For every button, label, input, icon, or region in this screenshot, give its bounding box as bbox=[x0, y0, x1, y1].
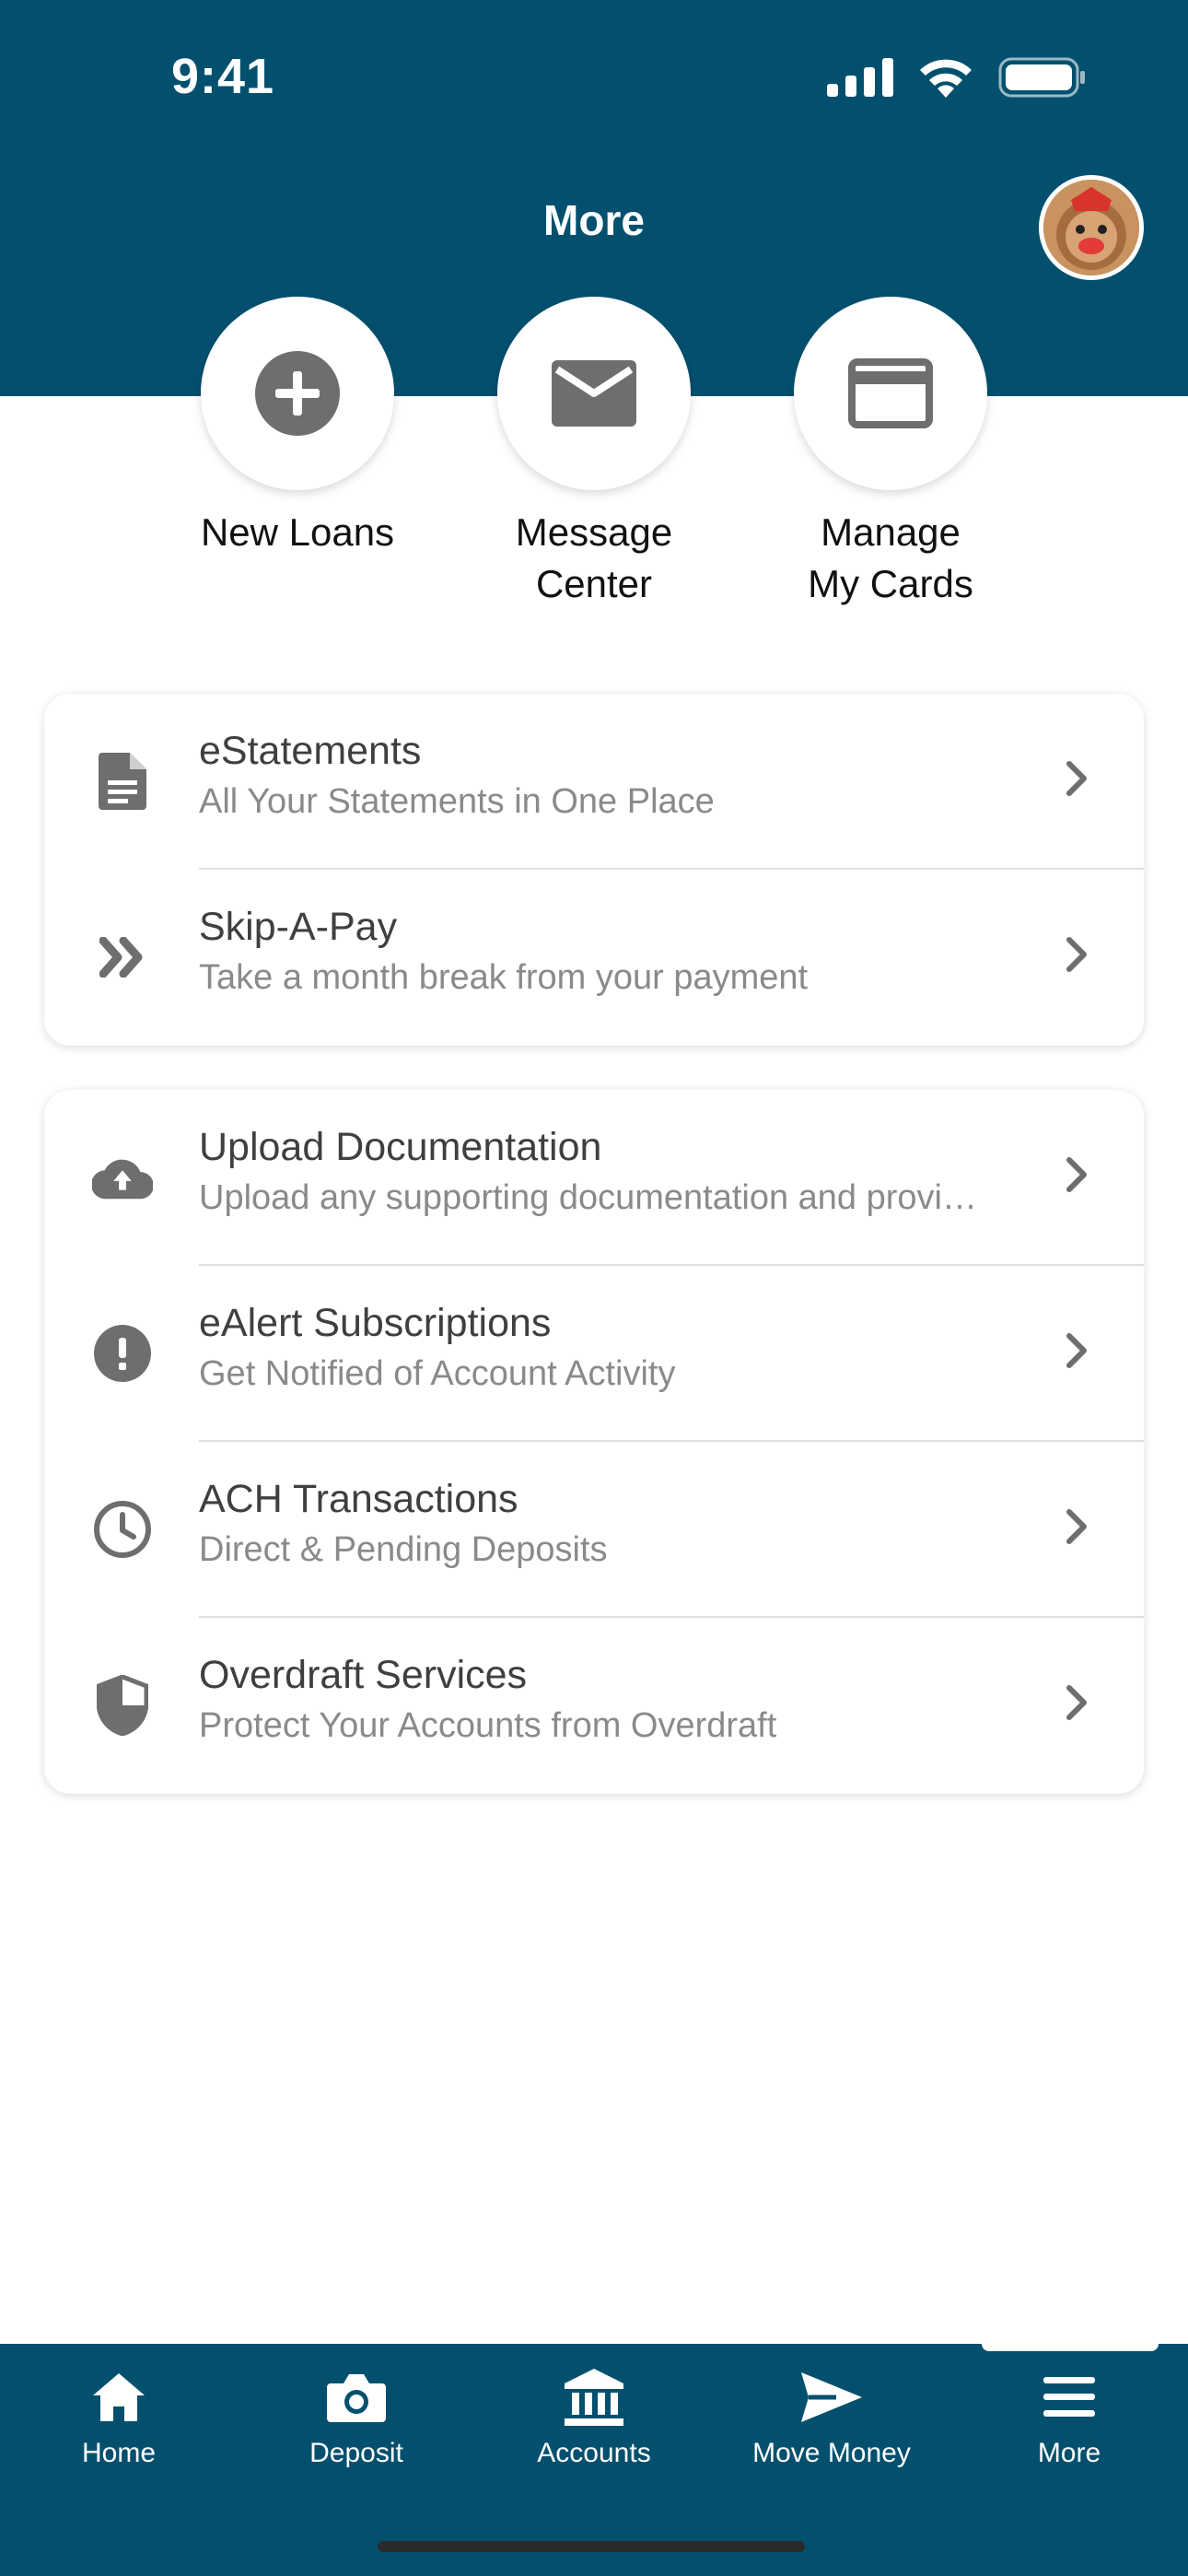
double-chevron-icon bbox=[92, 927, 153, 988]
chevron-right-icon bbox=[1065, 1156, 1089, 1198]
row-subtitle: Take a month break from your payment bbox=[199, 958, 809, 997]
manage-cards-label-line2: My Cards bbox=[808, 562, 973, 605]
battery-icon bbox=[998, 57, 1085, 98]
row-subtitle: All Your Statements in One Place bbox=[199, 782, 715, 821]
home-icon bbox=[13, 2364, 225, 2430]
row-subtitle: Protect Your Accounts from Overdraft bbox=[199, 1706, 777, 1745]
list-item-ealert-subscriptions[interactable]: eAlert Subscriptions Get Notified of Acc… bbox=[44, 1266, 1144, 1442]
message-center-button[interactable]: Message Center bbox=[474, 297, 714, 610]
list-item-upload-documentation[interactable]: Upload Documentation Upload any supporti… bbox=[44, 1090, 1144, 1266]
menu-card-primary: eStatements All Your Statements in One P… bbox=[44, 694, 1144, 1046]
row-title: Skip-A-Pay bbox=[199, 905, 398, 949]
signal-icon bbox=[827, 58, 893, 97]
list-item-ach-transactions[interactable]: ACH Transactions Direct & Pending Deposi… bbox=[44, 1442, 1144, 1618]
manage-cards-button[interactable]: Manage My Cards bbox=[771, 297, 1010, 610]
manage-cards-label-line1: Manage bbox=[821, 510, 961, 554]
profile-avatar[interactable] bbox=[1039, 175, 1144, 280]
status-icons bbox=[827, 57, 1087, 98]
clock-icon bbox=[92, 1499, 153, 1560]
tab-label: More bbox=[1037, 2438, 1101, 2468]
message-center-label-line1: Message bbox=[515, 510, 673, 554]
plus-circle-icon bbox=[255, 351, 340, 436]
camera-icon bbox=[250, 2364, 462, 2430]
new-loans-button[interactable]: New Loans bbox=[178, 297, 417, 558]
row-title: ACH Transactions bbox=[199, 1477, 518, 1521]
home-indicator bbox=[378, 2541, 805, 2552]
menu-card-secondary: Upload Documentation Upload any supporti… bbox=[44, 1090, 1144, 1794]
row-title: Upload Documentation bbox=[199, 1125, 602, 1169]
row-title: eAlert Subscriptions bbox=[199, 1301, 552, 1345]
chevron-right-icon bbox=[1065, 760, 1089, 802]
new-loans-label-line1: New Loans bbox=[200, 510, 395, 554]
wifi-icon bbox=[920, 59, 972, 98]
page-title: More bbox=[543, 196, 645, 244]
chevron-right-icon bbox=[1065, 936, 1089, 978]
manage-cards-circle[interactable] bbox=[794, 297, 987, 490]
tab-accounts[interactable]: Accounts bbox=[488, 2364, 700, 2469]
tab-deposit[interactable]: Deposit bbox=[250, 2364, 462, 2469]
status-time: 9:41 bbox=[171, 49, 275, 104]
bank-icon bbox=[488, 2364, 700, 2430]
manage-cards-label: Manage My Cards bbox=[771, 507, 1010, 610]
tab-more[interactable]: More bbox=[963, 2364, 1175, 2469]
active-tab-indicator bbox=[982, 2331, 1159, 2351]
row-title: eStatements bbox=[199, 729, 422, 773]
tab-label: Move Money bbox=[752, 2438, 911, 2468]
row-subtitle: Get Notified of Account Activity bbox=[199, 1354, 676, 1393]
row-subtitle: Upload any supporting documentation and … bbox=[199, 1178, 977, 1217]
tab-label: Accounts bbox=[537, 2438, 651, 2468]
document-icon bbox=[92, 751, 153, 812]
chevron-right-icon bbox=[1065, 1684, 1089, 1726]
cloud-upload-icon bbox=[92, 1147, 153, 1208]
new-loans-label: New Loans bbox=[178, 507, 417, 558]
message-center-label-line2: Center bbox=[535, 562, 653, 605]
new-loans-circle[interactable] bbox=[201, 297, 394, 490]
message-center-circle[interactable] bbox=[497, 297, 691, 490]
list-item-skip-a-pay[interactable]: Skip-A-Pay Take a month break from your … bbox=[44, 870, 1144, 1046]
send-icon bbox=[726, 2364, 938, 2430]
shield-icon bbox=[92, 1675, 153, 1736]
tab-move-money[interactable]: Move Money bbox=[726, 2364, 938, 2469]
alert-circle-icon bbox=[92, 1323, 153, 1384]
tab-home[interactable]: Home bbox=[13, 2364, 225, 2469]
row-subtitle: Direct & Pending Deposits bbox=[199, 1530, 608, 1569]
credit-card-icon bbox=[848, 358, 933, 428]
row-title: Overdraft Services bbox=[199, 1653, 528, 1697]
list-item-estatements[interactable]: eStatements All Your Statements in One P… bbox=[44, 694, 1144, 870]
tab-label: Deposit bbox=[309, 2438, 403, 2468]
message-center-label: Message Center bbox=[474, 507, 714, 610]
list-item-overdraft-services[interactable]: Overdraft Services Protect Your Accounts… bbox=[44, 1618, 1144, 1794]
menu-icon bbox=[963, 2364, 1175, 2430]
chevron-right-icon bbox=[1065, 1332, 1089, 1374]
quick-actions: New Loans Message Center Manage My Cards bbox=[0, 297, 1188, 610]
tab-label: Home bbox=[81, 2438, 157, 2468]
chevron-right-icon bbox=[1065, 1508, 1089, 1550]
avatar-image bbox=[1043, 180, 1139, 275]
envelope-icon bbox=[552, 360, 636, 427]
